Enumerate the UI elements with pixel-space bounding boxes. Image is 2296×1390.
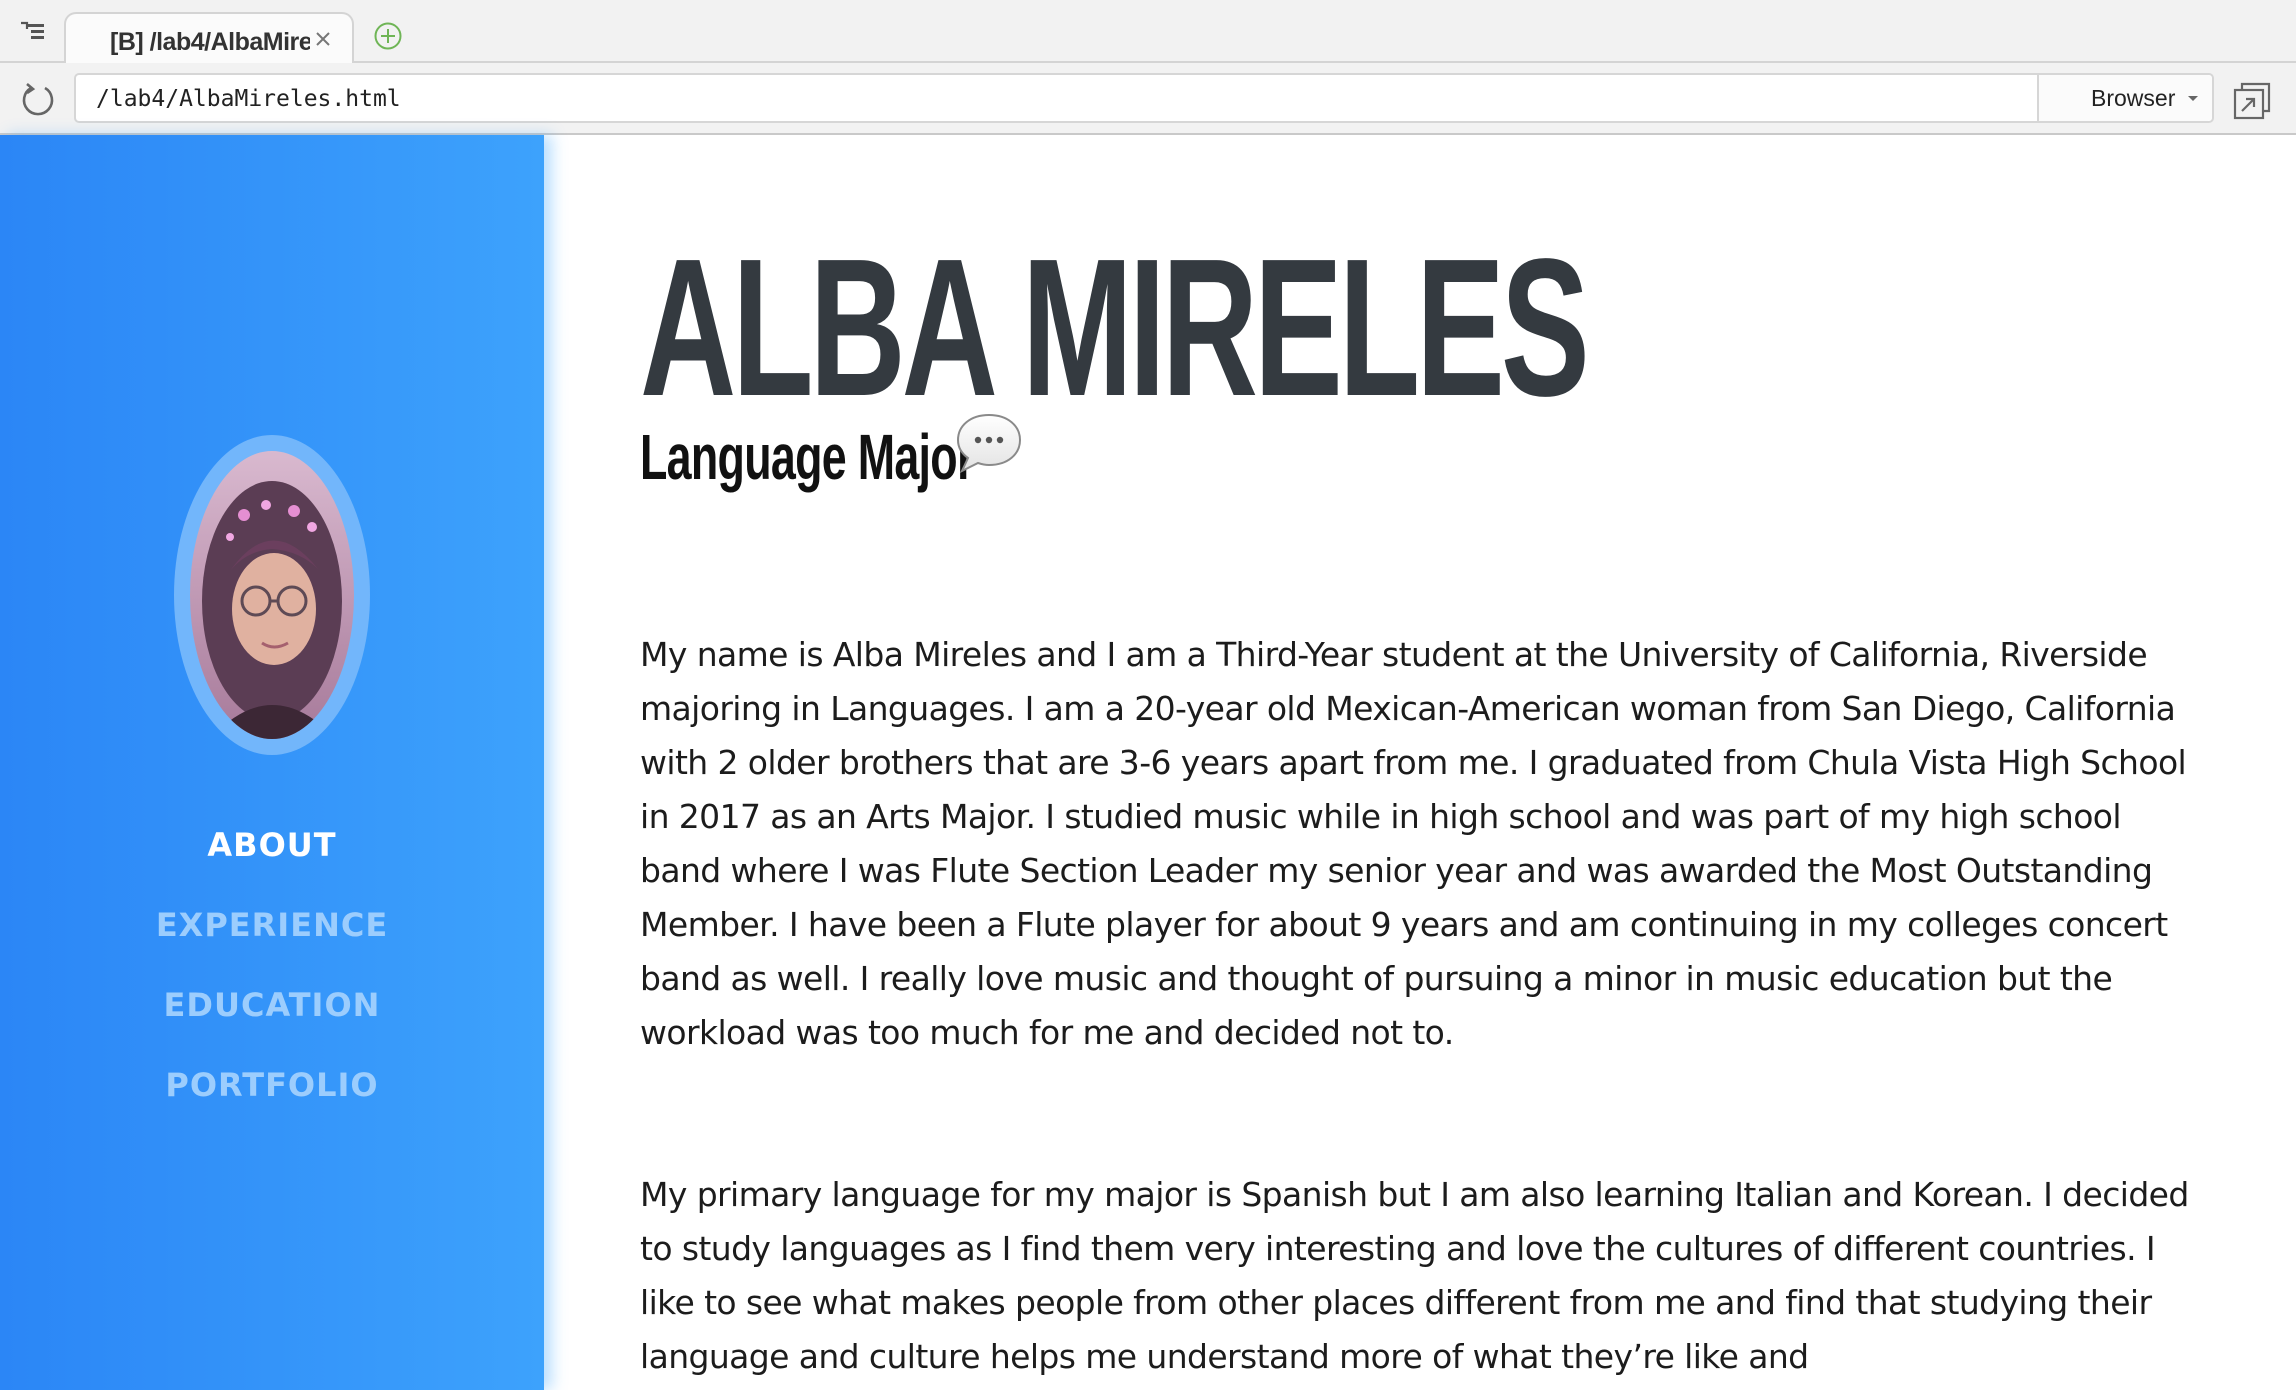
- browser-tab[interactable]: [B] /lab4/AlbaMireles.html: [64, 12, 354, 65]
- avatar-frame: [174, 435, 370, 755]
- url-input[interactable]: /lab4/AlbaMireles.html Browser: [74, 73, 2214, 123]
- panel-toggle-icon[interactable]: [16, 18, 50, 46]
- page-title: ALBA MIRELES: [640, 218, 1590, 437]
- about-paragraph: My primary language for my major is Span…: [640, 1175, 2189, 1376]
- nav-item-experience[interactable]: EXPERIENCE: [0, 885, 544, 965]
- sidebar: ABOUT EXPERIENCE EDUCATION PORTFOLIO: [0, 135, 544, 1390]
- url-text: /lab4/AlbaMireles.html: [96, 86, 401, 112]
- tab-title: [B] /lab4/AlbaMireles.html: [110, 28, 310, 56]
- sidebar-nav: ABOUT EXPERIENCE EDUCATION PORTFOLIO: [0, 805, 544, 1125]
- browser-dropdown[interactable]: Browser: [2037, 75, 2212, 121]
- tab-bar: [B] /lab4/AlbaMireles.html: [0, 0, 2296, 65]
- speech-bubble-icon: [956, 413, 1022, 474]
- nav-item-about[interactable]: ABOUT: [0, 805, 544, 885]
- new-tab-icon[interactable]: [372, 20, 404, 52]
- avatar: [190, 451, 354, 739]
- nav-item-portfolio[interactable]: PORTFOLIO: [0, 1045, 544, 1125]
- close-icon[interactable]: [308, 24, 338, 54]
- nav-item-education[interactable]: EDUCATION: [0, 965, 544, 1045]
- address-bar: /lab4/AlbaMireles.html Browser: [0, 63, 2296, 135]
- popout-icon[interactable]: [2232, 81, 2272, 121]
- browser-dropdown-label: Browser: [2091, 85, 2176, 111]
- subtitle-row: Language Major: [640, 413, 1180, 505]
- chevron-down-icon: [2188, 96, 2198, 101]
- about-paragraph: My name is Alba Mireles and I am a Third…: [640, 635, 2187, 1052]
- reload-icon[interactable]: [18, 79, 58, 119]
